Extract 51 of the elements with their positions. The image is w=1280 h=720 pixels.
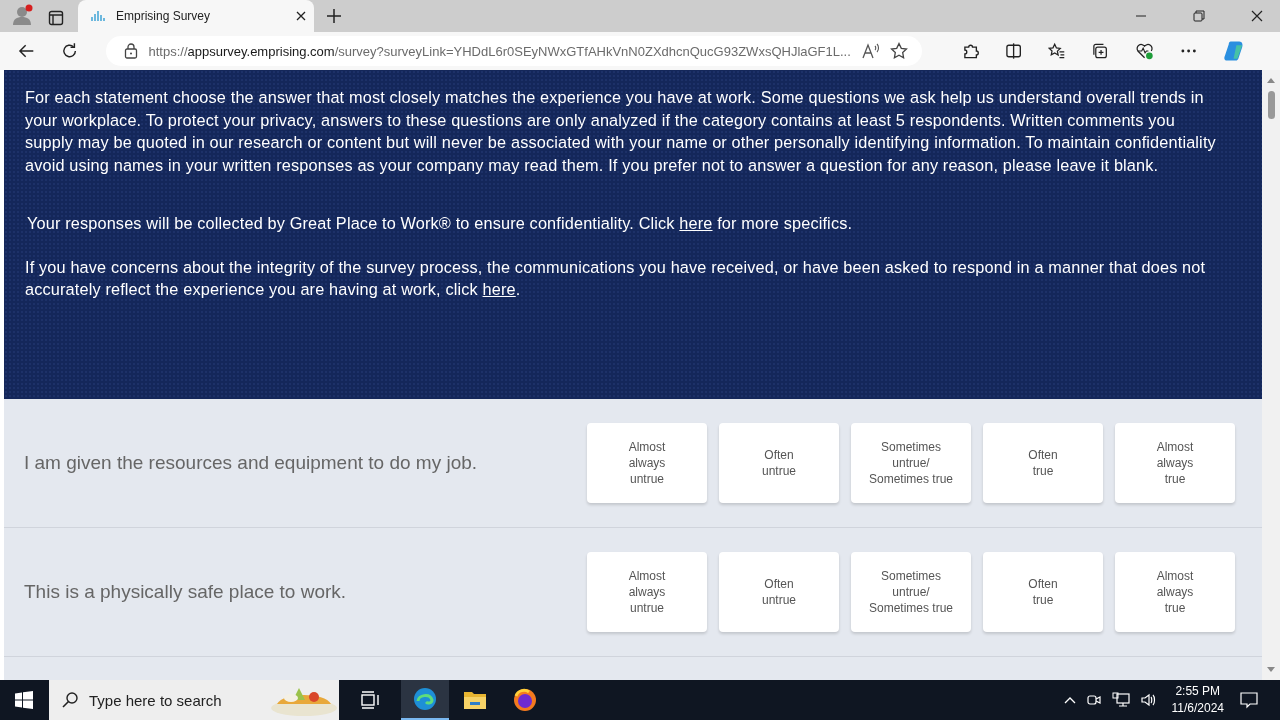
- favorites-icon[interactable]: [1048, 42, 1066, 60]
- answer-option[interactable]: Often untrue: [719, 423, 839, 503]
- intro-paragraph: Your responses will be collected by Great Place to Work® to ensure confidentiality. Click here for more specifics.: [26, 213, 854, 234]
- network-icon[interactable]: [1111, 692, 1130, 708]
- here-link[interactable]: here: [679, 214, 713, 232]
- close-tab-icon[interactable]: [296, 11, 306, 21]
- search-placeholder: Type here to search: [89, 691, 223, 709]
- edge-taskbar-icon[interactable]: [401, 680, 449, 720]
- answer-option[interactable]: Almost always untrue: [587, 423, 707, 503]
- lock-icon[interactable]: [124, 43, 139, 59]
- notification-icon[interactable]: [1240, 691, 1258, 709]
- answer-option[interactable]: Almost always true: [1115, 552, 1235, 632]
- answer-option[interactable]: Almost always untrue: [587, 552, 707, 632]
- tab-actions-icon[interactable]: [48, 10, 64, 26]
- address-bar[interactable]: https://appsurvey.emprising.com/survey?surveyLink=YHDdL6r0SEyNWxGTfAHkVnN0ZXdhcnQucG93ZWxsQHJlaGF1L...: [106, 36, 922, 66]
- search-icon: [61, 691, 79, 709]
- clock-time[interactable]: 2:55 PM: [1175, 683, 1221, 700]
- clock-date[interactable]: 11/6/2024: [1171, 700, 1224, 717]
- refresh-icon[interactable]: [61, 42, 79, 60]
- here-link[interactable]: here: [482, 280, 516, 298]
- read-aloud-icon[interactable]: [861, 43, 880, 59]
- volume-icon[interactable]: [1139, 692, 1158, 708]
- answer-option[interactable]: Often true: [983, 423, 1103, 503]
- answer-option[interactable]: Sometimes untrue/ Sometimes true: [851, 552, 971, 632]
- meet-icon[interactable]: [1085, 692, 1102, 708]
- more-icon[interactable]: [1179, 48, 1198, 54]
- question-text: This is a physically safe place to work.: [24, 580, 348, 604]
- close-icon[interactable]: [1251, 10, 1263, 22]
- restore-icon[interactable]: [1193, 10, 1205, 22]
- browser-tab[interactable]: Emprising Survey: [78, 0, 314, 32]
- chevron-up-icon[interactable]: [1063, 696, 1076, 704]
- favorite-star-icon[interactable]: [889, 42, 908, 60]
- health-icon[interactable]: [1134, 42, 1154, 60]
- site-icon: [90, 10, 106, 22]
- intro-paragraph: If you have concerns about the integrity of the survey process, the communications you have received, or have been asked to respond in a manner that does not accurately reflect the experience you are having at work, click here.: [25, 256, 1207, 300]
- answer-option[interactable]: Often untrue: [719, 552, 839, 632]
- new-tab-icon[interactable]: [326, 8, 342, 24]
- intro-paragraph: For each statement choose the answer that most closely matches the experience you have at work. Some questions we ask help us understand overall trends in your workplace. To protect your privacy, answers to these questions are only analyzed if the category contains at least 5 respondents. Written comments you supply may be quoted in our research or content but will never be associated with your name or other personally identifying information. To maintain confidentiality avoid using names in your written responses as your company may read them. If you prefer not to answer a question for any reason, please leave it blank.: [25, 87, 1217, 176]
- scrollbar[interactable]: [1262, 70, 1280, 680]
- collections-icon[interactable]: [1091, 42, 1109, 60]
- answer-option[interactable]: Often true: [983, 552, 1103, 632]
- extensions-icon[interactable]: [961, 42, 979, 60]
- back-icon[interactable]: [18, 42, 36, 60]
- profile-icon[interactable]: [12, 4, 34, 26]
- split-screen-icon[interactable]: [1004, 42, 1023, 60]
- answer-option[interactable]: Almost always true: [1115, 423, 1235, 503]
- start-icon[interactable]: [15, 691, 33, 709]
- question-text: I am given the resources and equipment to do my job.: [24, 451, 479, 475]
- answer-option[interactable]: Sometimes untrue/ Sometimes true: [851, 423, 971, 503]
- taskbar-search-field[interactable]: Type here to search: [49, 680, 339, 720]
- task-view-icon[interactable]: [361, 691, 381, 709]
